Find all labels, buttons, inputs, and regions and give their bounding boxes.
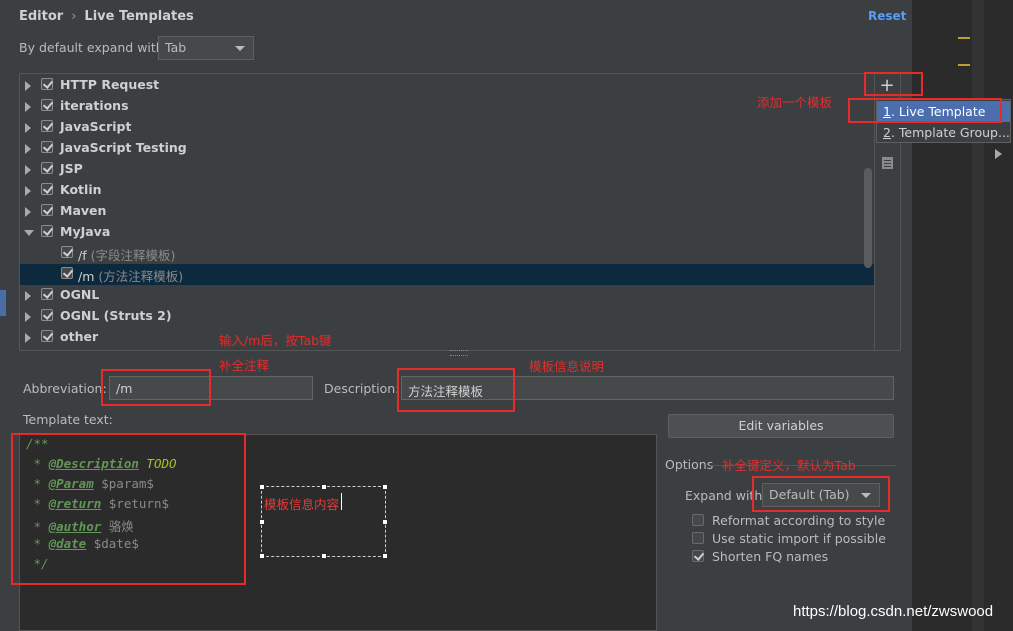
checkbox-checked-icon[interactable] [41, 309, 53, 321]
chevron-down-icon [235, 46, 245, 51]
copy-icon[interactable] [882, 157, 893, 169]
expand-default-value: Tab [165, 40, 187, 55]
checkbox-checked-icon[interactable] [61, 267, 73, 279]
checkbox-checked-icon[interactable] [41, 78, 53, 90]
annotation-template-desc: 模板信息说明 [529, 359, 605, 374]
template-tree[interactable]: HTTP Request iterations JavaScript JavaScri… [19, 73, 875, 351]
breadcrumb-section[interactable]: Editor [19, 9, 63, 24]
breadcrumb-page: Live Templates [84, 9, 194, 24]
checkbox-checked-icon[interactable] [41, 99, 53, 111]
chevron-right-icon [995, 149, 1002, 159]
tree-group-item[interactable]: JavaScript [20, 117, 874, 138]
tree-group-item[interactable]: other [20, 327, 874, 348]
annotation-template-content: 模板信息内容 [264, 497, 340, 512]
expand-right-icon[interactable] [25, 333, 31, 343]
highlight-expand-with [752, 476, 890, 512]
tree-item-label: /m (方法注释模板) [78, 269, 184, 284]
expand-right-icon[interactable] [25, 123, 31, 133]
tree-item-label: /f (字段注释模板) [78, 248, 176, 263]
description-label: Description: [324, 381, 400, 396]
expand-right-icon[interactable] [25, 81, 31, 91]
annotation-completion-key: 补全键定义，默认为Tab [722, 458, 856, 473]
tree-group-item[interactable]: JSP [20, 159, 874, 180]
watermark: https://blog.csdn.net/zwswood [793, 603, 994, 620]
checkbox-icon [692, 532, 704, 544]
background-marker [958, 37, 970, 39]
template-text-label: Template text: [23, 412, 113, 427]
checkbox-checked-icon[interactable] [61, 246, 73, 258]
tree-item-label: Kotlin [60, 182, 102, 197]
edit-variables-button[interactable]: Edit variables [668, 414, 894, 438]
checkbox-checked-icon[interactable] [41, 288, 53, 300]
tree-item-description: (字段注释模板) [90, 248, 176, 263]
highlight-description [397, 368, 515, 412]
menu-item-template-group[interactable]: 2. Template Group... [877, 122, 1010, 143]
background-marker [958, 64, 970, 66]
expand-right-icon[interactable] [25, 186, 31, 196]
background-editor-area [912, 0, 1013, 631]
highlight-template-text [11, 433, 246, 585]
tree-template-item[interactable]: /m (方法注释模板) [20, 264, 874, 285]
background-scrollbar [972, 0, 984, 631]
text-caret [341, 493, 342, 510]
expand-right-icon[interactable] [25, 102, 31, 112]
checkbox-checked-icon[interactable] [41, 162, 53, 174]
checkbox-checked-icon[interactable] [41, 204, 53, 216]
tree-group-item[interactable]: Kotlin [20, 180, 874, 201]
expand-down-icon[interactable] [24, 230, 34, 236]
tree-scrollbar[interactable] [864, 168, 872, 268]
checkbox-checked-icon[interactable] [41, 120, 53, 132]
expand-with-label: Expand with [685, 488, 763, 503]
tree-item-label: JavaScript [60, 119, 132, 134]
left-gutter-marker [0, 290, 6, 316]
tree-group-item[interactable]: OGNL (Struts 2) [20, 306, 874, 327]
tree-item-label: OGNL [60, 287, 100, 302]
expand-right-icon[interactable] [25, 144, 31, 154]
expand-default-select[interactable]: Tab [158, 36, 254, 60]
checkbox-checked-icon[interactable] [41, 183, 53, 195]
tree-group-item[interactable]: HTTP Request [20, 75, 874, 96]
tree-group-item[interactable]: iterations [20, 96, 874, 117]
tree-group-item[interactable]: OGNL [20, 285, 874, 306]
tree-item-label: MyJava [60, 224, 111, 239]
annotation-complete-comment: 补全注释 [219, 358, 270, 373]
checkbox-checked-icon[interactable] [41, 330, 53, 342]
tree-item-label: JavaScript Testing [60, 140, 187, 155]
expand-right-icon[interactable] [25, 165, 31, 175]
tree-item-label: HTTP Request [60, 77, 160, 92]
tree-group-item[interactable]: JavaScript Testing [20, 138, 874, 159]
checkbox-checked-icon [692, 550, 704, 562]
annotation-type-m: 输入/m后，按Tab键 [219, 333, 332, 348]
expand-right-icon[interactable] [25, 312, 31, 322]
tree-item-label: Maven [60, 203, 107, 218]
splitter-handle[interactable] [450, 350, 468, 356]
reset-link[interactable]: Reset [868, 9, 906, 23]
tree-group-item[interactable]: MyJava [20, 222, 874, 243]
expand-right-icon[interactable] [25, 207, 31, 217]
annotation-add-template: 添加一个模板 [757, 95, 833, 110]
options-label: Options [665, 457, 714, 472]
checkbox-checked-icon[interactable] [41, 225, 53, 237]
highlight-abbreviation [101, 369, 211, 406]
tree-item-label: OGNL (Struts 2) [60, 308, 172, 323]
tree-item-label: JSP [60, 161, 83, 176]
tree-group-item[interactable]: Maven [20, 201, 874, 222]
breadcrumb: Editor › Live Templates [19, 9, 194, 24]
checkbox-checked-icon[interactable] [41, 141, 53, 153]
expand-default-label: By default expand with [19, 40, 164, 55]
checkbox-icon [692, 514, 704, 526]
abbreviation-label: Abbreviation: [23, 381, 107, 396]
tree-item-label: iterations [60, 98, 129, 113]
tree-item-description: (方法注释模板) [98, 269, 184, 284]
breadcrumb-separator: › [71, 9, 77, 24]
tree-template-item[interactable]: /f (字段注释模板) [20, 243, 874, 264]
highlight-live-template [848, 98, 1002, 123]
tree-item-label: other [60, 329, 99, 344]
expand-right-icon[interactable] [25, 291, 31, 301]
highlight-add-button [864, 72, 923, 96]
